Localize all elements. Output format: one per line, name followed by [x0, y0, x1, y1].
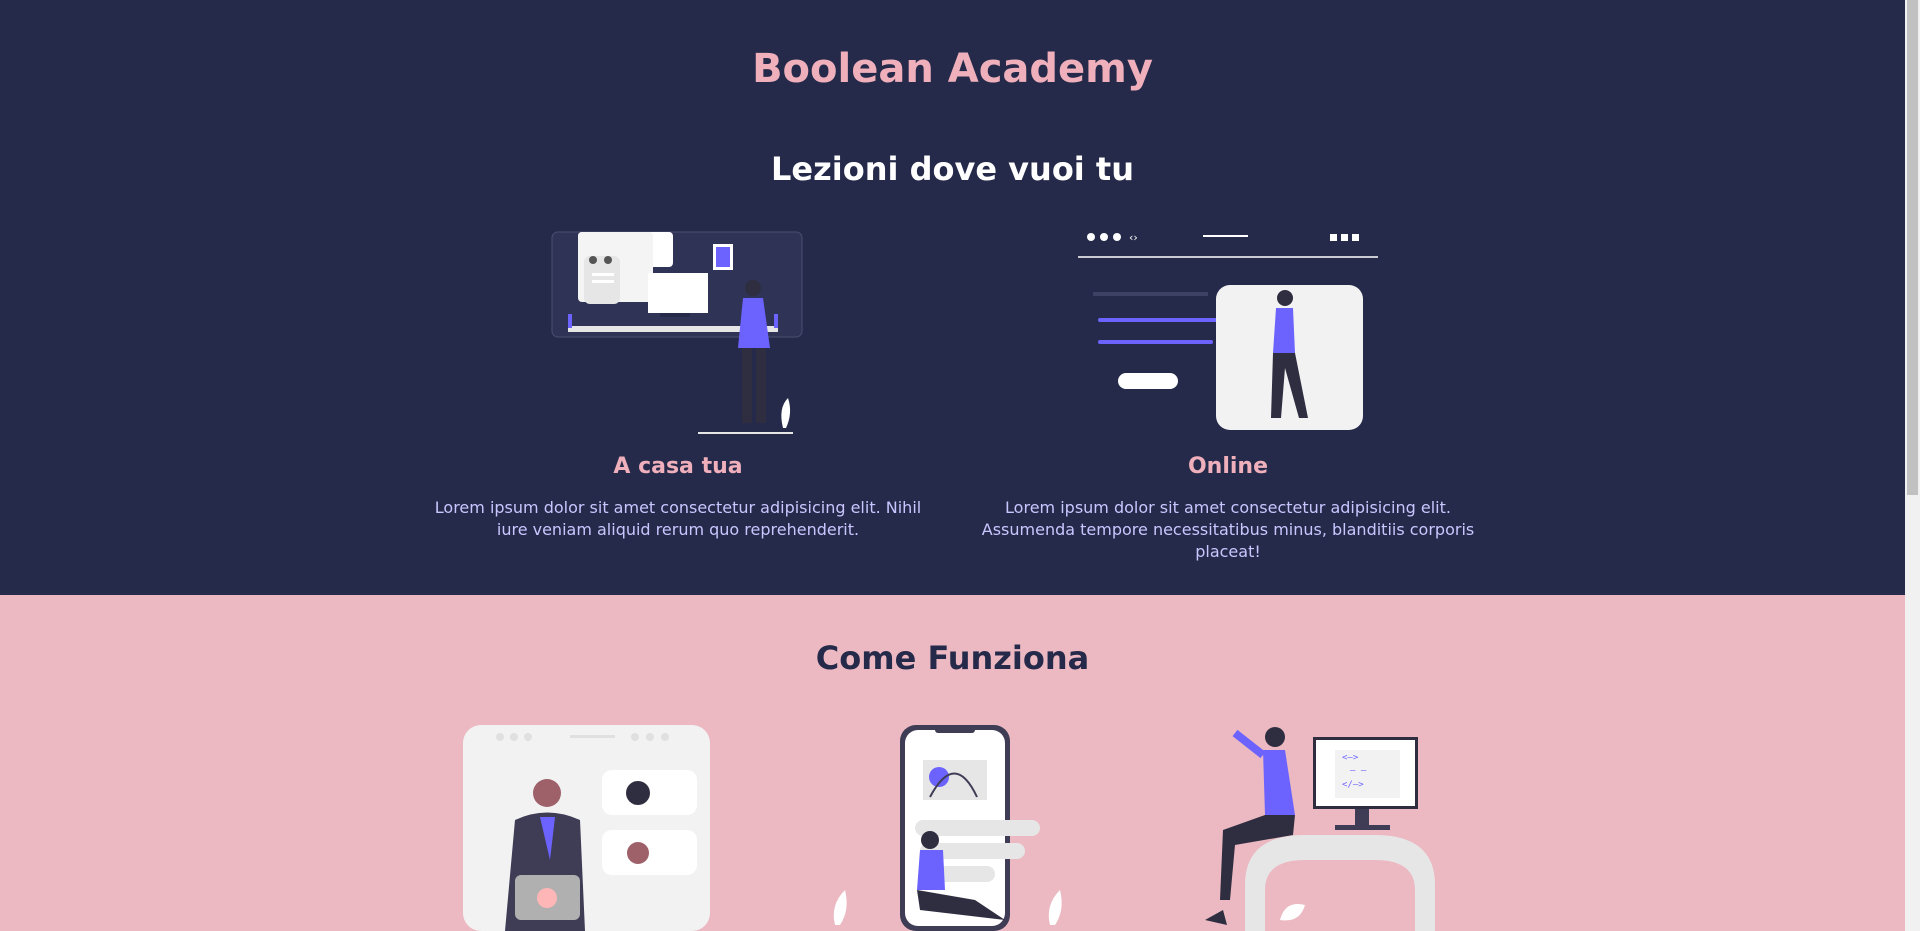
online-lesson-illustration: ‹› [1078, 231, 1378, 430]
hero-section: Boolean Academy Lezioni dove vuoi tu A c… [0, 0, 1905, 595]
card-title-online: Online [1187, 454, 1269, 479]
scrollbar[interactable] [1905, 0, 1920, 931]
card-text-home: Lorem ipsum dolor sit amet consectetur a… [434, 498, 922, 539]
card-text-online: Lorem ipsum dolor sit amet consectetur a… [981, 498, 1475, 561]
svg-text:<—>: <—> [1342, 753, 1359, 763]
svg-text:</—>: </—> [1342, 780, 1364, 790]
scrollbar-thumb[interactable] [1907, 0, 1918, 495]
section-heading-how: Come Funziona [815, 639, 1090, 677]
how-it-works-section: Come Funziona <—> — — </—> [0, 595, 1905, 931]
mobile-app-illustration [833, 725, 1062, 931]
feature-card-home: A casa tua Lorem ipsum dolor sit amet co… [398, 228, 958, 541]
section-heading-lessons: Lezioni dove vuoi tu [771, 150, 1134, 188]
svg-text:‹›: ‹› [1129, 231, 1138, 244]
video-call-illustration [463, 725, 710, 931]
home-study-illustration [551, 231, 803, 434]
page: Boolean Academy Lezioni dove vuoi tu A c… [0, 0, 1905, 931]
site-title: Boolean Academy [752, 46, 1153, 92]
svg-text:— —: — — [1350, 766, 1367, 776]
card-title-home: A casa tua [613, 454, 743, 479]
coding-desk-illustration: <—> — — </—> [1205, 727, 1435, 931]
feature-card-online: ‹› Online Lorem ipsum dolor sit amet con… [948, 228, 1508, 563]
